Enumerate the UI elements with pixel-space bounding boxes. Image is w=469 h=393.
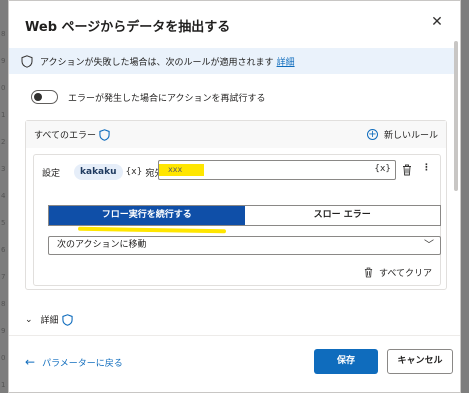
background-number: 4	[1, 192, 6, 200]
dropdown-value: 次のアクションに移動	[57, 240, 147, 250]
shield-icon	[61, 313, 73, 326]
background-app-right	[461, 0, 469, 393]
arrow-left-icon: ←	[25, 355, 36, 369]
shield-icon	[21, 54, 33, 68]
shield-icon	[99, 128, 110, 141]
clear-all-button[interactable]: すべてクリア	[364, 266, 432, 279]
details-expander[interactable]: ⌄ 詳細	[25, 313, 73, 326]
background-number: 7	[1, 273, 6, 281]
details-link[interactable]: 詳細	[277, 55, 295, 68]
back-to-parameters-link[interactable]: ← パラメーターに戻る	[25, 355, 123, 369]
trash-icon[interactable]	[402, 164, 412, 176]
new-rule-label: 新しいルール	[383, 131, 438, 141]
error-rules-panel: すべてのエラー + 新しいルール 設定 kakaku {x} 宛先 xxx {x…	[25, 120, 447, 290]
close-icon: ✕	[431, 14, 443, 30]
banner-text: アクションが失敗した場合は、次のルールが適用されます	[40, 57, 274, 68]
background-app-left: 8 9 0 1 2 3 4 5 6 7 8 9 0 1	[0, 0, 8, 393]
dialog-title: Web ページからデータを抽出する	[25, 20, 231, 35]
background-number: 8	[1, 300, 6, 308]
background-number: 8	[1, 30, 6, 38]
trash-icon	[364, 267, 373, 278]
highlight-underline	[77, 226, 227, 234]
rule-card: 設定 kakaku {x} 宛先 xxx {x} ⋮ フロー実行を続行する スロ…	[33, 154, 441, 286]
chevron-down-icon: ⌄	[25, 314, 33, 325]
background-number: 3	[1, 165, 6, 173]
value-text: xxx	[159, 164, 204, 176]
all-errors-label: すべてのエラー	[34, 131, 97, 141]
retry-row: エラーが発生した場合にアクションを再試行する	[31, 90, 266, 104]
background-number: 1	[1, 381, 6, 389]
toggle-knob	[34, 93, 42, 101]
chevron-down-icon: ﹀	[424, 240, 434, 251]
background-number: 0	[1, 354, 6, 362]
set-label: 設定	[42, 168, 61, 179]
info-banner: アクションが失敗した場合は、次のルールが適用されます 詳細	[9, 48, 454, 74]
background-number: 5	[1, 219, 6, 227]
background-number: 9	[1, 327, 6, 335]
variable-picker-icon[interactable]: {x}	[126, 167, 143, 177]
clear-all-label: すべてクリア	[378, 269, 432, 279]
retry-toggle[interactable]	[31, 90, 58, 104]
scrollbar[interactable]	[454, 41, 458, 331]
error-action-selector: フロー実行を続行する スロー エラー	[48, 205, 441, 226]
background-number: 6	[1, 246, 6, 254]
continue-flow-button[interactable]: フロー実行を続行する	[49, 206, 245, 225]
value-input[interactable]: xxx {x}	[158, 160, 396, 180]
retry-label: エラーが発生した場合にアクションを再試行する	[68, 93, 266, 104]
set-variable-row: 設定 kakaku {x} 宛先	[42, 161, 167, 183]
extract-data-dialog: Web ページからデータを抽出する ✕ アクションが失敗した場合は、次のルールが…	[8, 0, 461, 393]
close-button[interactable]: ✕	[428, 13, 446, 31]
background-number: 0	[1, 84, 6, 92]
background-number: 1	[1, 111, 6, 119]
background-number: 9	[1, 57, 6, 65]
back-label: パラメーターに戻る	[42, 358, 123, 369]
value-variable-icon[interactable]: {x}	[374, 164, 391, 174]
dialog-content[interactable]: アクションが失敗した場合は、次のルールが適用されます 詳細 エラーが発生した場合…	[9, 41, 454, 331]
details-label: 詳細	[40, 316, 59, 326]
add-circle-icon: +	[366, 129, 378, 140]
rules-header: すべてのエラー + 新しいルール	[26, 121, 446, 148]
more-options-icon[interactable]: ⋮	[422, 161, 431, 175]
background-number: 2	[1, 138, 6, 146]
footer-divider	[9, 335, 460, 336]
new-rule-button[interactable]: + 新しいルール	[366, 128, 438, 141]
cancel-button[interactable]: キャンセル	[387, 349, 453, 374]
save-button[interactable]: 保存	[314, 349, 378, 374]
scrollbar-thumb[interactable]	[454, 41, 458, 191]
next-action-dropdown[interactable]: 次のアクションに移動 ﹀	[48, 236, 441, 255]
throw-error-button[interactable]: スロー エラー	[244, 206, 440, 225]
variable-pill[interactable]: kakaku	[74, 164, 123, 180]
